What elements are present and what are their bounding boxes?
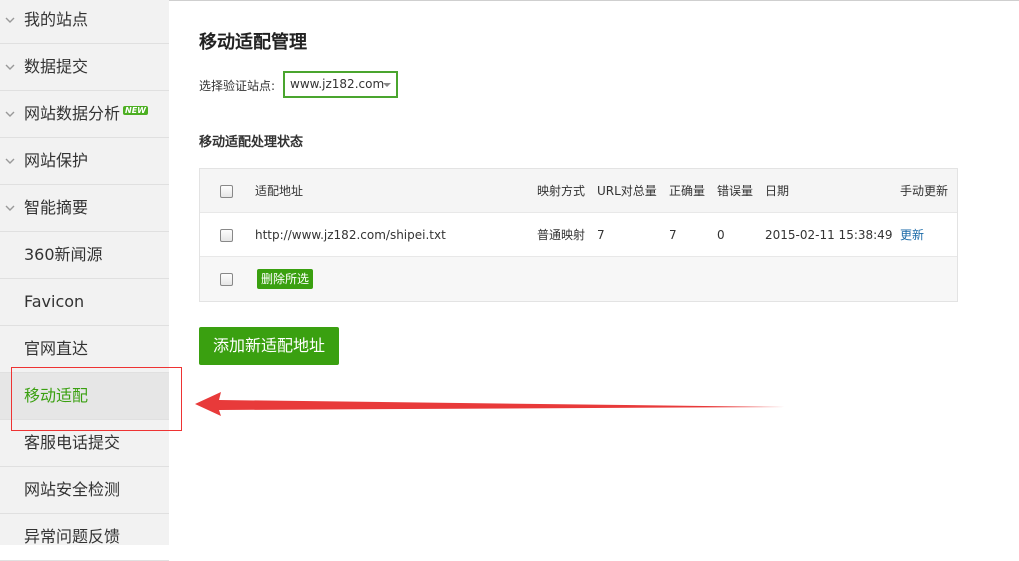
- footer-checkbox[interactable]: [220, 273, 233, 286]
- sidebar-item-my-sites[interactable]: 我的站点: [0, 0, 169, 44]
- sidebar-item-site-protection[interactable]: 网站保护: [0, 138, 169, 185]
- sidebar-item-label: 网站保护: [24, 151, 89, 170]
- chevron-down-icon: [5, 64, 15, 70]
- cell-url-total: 7: [597, 228, 605, 242]
- sidebar-item-360-news[interactable]: 360新闻源: [0, 232, 169, 279]
- adapt-table: 适配地址 映射方式 URL对总量 正确量 错误量 日期 手动更新 http://…: [199, 168, 958, 302]
- header-mapping: 映射方式: [537, 184, 586, 198]
- cell-url: http://www.jz182.com/shipei.txt: [255, 228, 446, 242]
- sidebar-item-label: 360新闻源: [24, 245, 103, 264]
- header-correct: 正确量: [669, 184, 706, 198]
- sidebar-item-label: 网站安全检测: [24, 480, 121, 499]
- chevron-down-icon: [5, 205, 15, 211]
- header-manual-update: 手动更新: [900, 184, 949, 198]
- sidebar-item-official-direct[interactable]: 官网直达: [0, 326, 169, 373]
- site-select[interactable]: www.jz182.com: [283, 71, 398, 98]
- new-badge: NEW: [123, 106, 148, 115]
- sidebar-item-data-submit[interactable]: 数据提交: [0, 44, 169, 91]
- select-all-checkbox[interactable]: [220, 185, 233, 198]
- cell-date: 2015-02-11 15:38:49: [765, 228, 893, 242]
- add-adapt-url-button[interactable]: 添加新适配地址: [199, 327, 339, 365]
- sidebar-item-label: 异常问题反馈: [24, 527, 121, 546]
- highlight-annotation: [11, 367, 182, 431]
- sidebar-item-issue-feedback[interactable]: 异常问题反馈: [0, 514, 169, 561]
- sidebar-item-smart-summary[interactable]: 智能摘要: [0, 185, 169, 232]
- sidebar: 我的站点 数据提交 网站数据分析 NEW 网站保护 智能摘要 360新闻源 Fa…: [0, 0, 169, 561]
- table-footer: 删除所选: [200, 257, 957, 301]
- chevron-down-icon: [5, 111, 15, 117]
- header-date: 日期: [765, 184, 790, 198]
- table-header: 适配地址 映射方式 URL对总量 正确量 错误量 日期 手动更新: [200, 169, 957, 213]
- sidebar-item-label: 数据提交: [24, 57, 89, 76]
- sidebar-item-site-analytics[interactable]: 网站数据分析 NEW: [0, 91, 169, 138]
- site-select-value: www.jz182.com: [290, 77, 385, 91]
- cell-mapping: 普通映射: [537, 228, 586, 242]
- sidebar-item-security-check[interactable]: 网站安全检测: [0, 467, 169, 514]
- chevron-down-icon: [5, 158, 15, 164]
- table-row: http://www.jz182.com/shipei.txt 普通映射 7 7…: [200, 213, 957, 257]
- chevron-down-icon: [5, 17, 15, 23]
- sidebar-item-label: 智能摘要: [24, 198, 89, 217]
- chevron-down-icon: [383, 83, 391, 87]
- update-link[interactable]: 更新: [900, 213, 924, 257]
- sidebar-item-label: 网站数据分析: [24, 104, 121, 123]
- cell-errors: 0: [717, 228, 725, 242]
- arrow-left-icon: [195, 392, 785, 416]
- row-checkbox[interactable]: [220, 229, 233, 242]
- sidebar-item-label: 官网直达: [24, 339, 89, 358]
- header-url-total: URL对总量: [597, 184, 657, 198]
- section-title: 移动适配处理状态: [199, 135, 304, 150]
- header-url: 适配地址: [255, 184, 304, 198]
- header-errors: 错误量: [717, 184, 754, 198]
- page-title: 移动适配管理: [199, 32, 307, 53]
- site-select-label: 选择验证站点:: [199, 79, 276, 93]
- sidebar-item-label: 我的站点: [24, 10, 89, 29]
- sidebar-item-favicon[interactable]: Favicon: [0, 279, 169, 326]
- sidebar-item-label: Favicon: [24, 292, 85, 311]
- delete-selected-button[interactable]: 删除所选: [257, 269, 314, 289]
- cell-correct: 7: [669, 228, 677, 242]
